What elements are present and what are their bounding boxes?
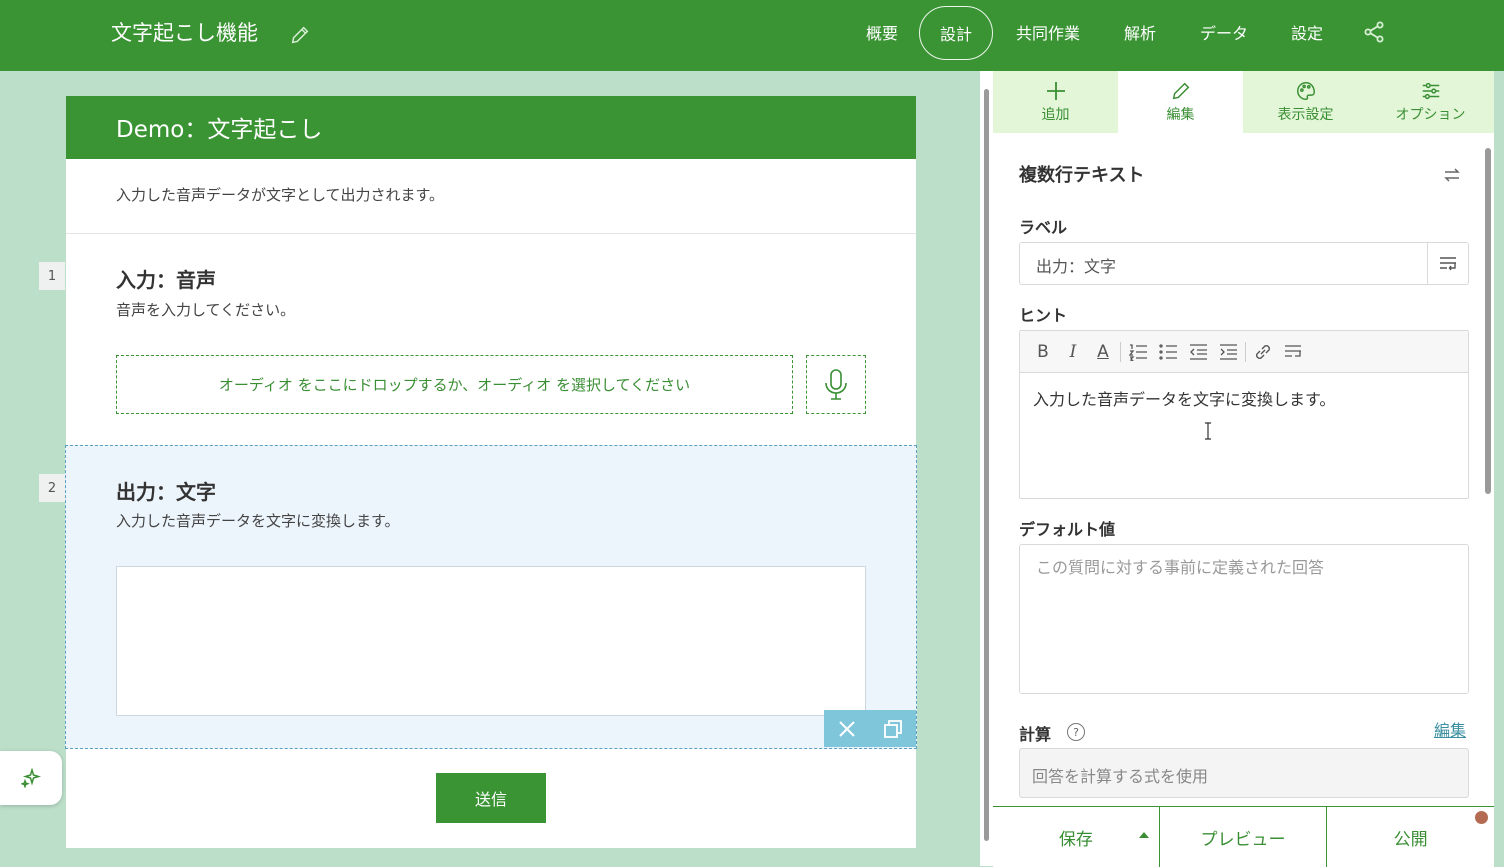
share-icon[interactable] — [1362, 20, 1386, 44]
top-bar: 文字起こし機能 概要 設計 共同作業 解析 データ 設定 — [0, 0, 1504, 71]
sparkle-icon — [21, 768, 41, 788]
text-cursor-icon — [1205, 422, 1211, 440]
calculation-placeholder: 回答を計算する式を使用 — [1032, 767, 1209, 786]
publish-button[interactable]: 公開 — [1326, 807, 1494, 867]
question-title-2[interactable]: 出力：文字 — [116, 476, 216, 505]
delete-question-close-icon[interactable] — [837, 719, 857, 739]
calculation-label: 計算 — [1019, 725, 1052, 744]
notification-dot — [1475, 811, 1488, 824]
tab-display-settings[interactable]: 表示設定 — [1243, 71, 1368, 133]
question-description-2[interactable]: 入力した音声データを文字に変換します。 — [116, 510, 400, 531]
divider — [66, 233, 916, 234]
preview-button[interactable]: プレビュー — [1158, 807, 1327, 867]
nav-design[interactable]: 設計 — [919, 6, 993, 60]
duplicate-question-icon[interactable] — [883, 719, 903, 739]
audio-dropzone[interactable]: オーディオ をここにドロップするか、オーディオ を選択してください — [116, 355, 793, 414]
tab-options-label: オプション — [1395, 107, 1466, 123]
link-icon[interactable] — [1248, 337, 1278, 367]
clear-format-icon[interactable] — [1278, 337, 1308, 367]
outdent-icon[interactable] — [1183, 337, 1213, 367]
ordered-list-icon[interactable] — [1123, 337, 1153, 367]
default-value-placeholder: この質問に対する事前に定義された回答 — [1036, 558, 1325, 577]
label-field-label: ラベル — [1019, 218, 1068, 237]
label-input-value: 出力：文字 — [1036, 257, 1117, 276]
property-panel: 追加 編集 表示設定 オプション 複数行テキスト ラベル 出力：文字 ヒント B… — [993, 71, 1494, 866]
save-button[interactable]: 保存 — [993, 807, 1159, 867]
question-type-title: 複数行テキスト — [1019, 165, 1145, 186]
app-title: 文字起こし機能 — [111, 21, 258, 45]
nav-overview[interactable]: 概要 — [856, 6, 908, 58]
sliders-icon — [1422, 82, 1439, 100]
form-header: Demo：文字起こし — [66, 96, 916, 159]
tab-display-settings-label: 表示設定 — [1277, 107, 1334, 123]
default-value-label: デフォルト値 — [1019, 520, 1116, 539]
tab-options[interactable]: オプション — [1368, 71, 1493, 133]
help-icon[interactable]: ? — [1067, 723, 1085, 741]
bold-icon[interactable]: B — [1028, 337, 1058, 367]
italic-icon[interactable]: I — [1058, 337, 1088, 367]
plus-icon — [1046, 82, 1065, 100]
text-color-icon[interactable]: A — [1088, 337, 1118, 367]
nav-collaboration[interactable]: 共同作業 — [1006, 6, 1090, 58]
hint-field-label: ヒント — [1019, 306, 1068, 325]
editor-toolbar: B I A — [1020, 331, 1468, 373]
panel-bottom-bar: 保存 プレビュー 公開 — [993, 806, 1494, 867]
hint-rich-text-editor[interactable]: B I A 入力した音声データを文字に変換します。 — [1019, 330, 1469, 499]
save-dropdown-caret-icon[interactable] — [1139, 832, 1149, 838]
question-number-1: 1 — [39, 262, 65, 290]
tab-add-label: 追加 — [1041, 107, 1070, 123]
question-title-1[interactable]: 入力：音声 — [116, 264, 216, 293]
microphone-icon — [825, 368, 847, 400]
question-number-2: 2 — [39, 474, 65, 502]
tab-edit-label: 編集 — [1166, 107, 1195, 123]
bullet-list-icon[interactable] — [1153, 337, 1183, 367]
rich-text-toggle-button[interactable] — [1427, 243, 1468, 284]
pencil-icon — [1172, 82, 1189, 100]
hint-editor-content: 入力した音声データを文字に変換します。 — [1033, 390, 1336, 409]
edit-title-pencil-icon[interactable] — [289, 24, 311, 46]
calculation-edit-link[interactable]: 編集 — [1434, 717, 1466, 741]
calculation-input[interactable]: 回答を計算する式を使用 — [1019, 748, 1469, 798]
save-label: 保存 — [1058, 829, 1093, 850]
question-description-1[interactable]: 音声を入力してください。 — [116, 299, 295, 320]
form-description[interactable]: 入力した音声データが文字として出力されます。 — [116, 184, 444, 205]
answer-textarea[interactable] — [116, 566, 866, 716]
nav-data[interactable]: データ — [1188, 6, 1260, 58]
submit-button[interactable]: 送信 — [436, 773, 546, 823]
tab-add[interactable]: 追加 — [993, 71, 1118, 133]
question-actions — [824, 710, 916, 747]
panel-scrollbar[interactable] — [1482, 140, 1494, 806]
change-type-swap-icon[interactable] — [1442, 165, 1462, 185]
nav-settings[interactable]: 設定 — [1282, 6, 1332, 58]
form-title[interactable]: Demo：文字起こし — [116, 110, 322, 144]
canvas-scrollbar[interactable] — [980, 71, 993, 866]
palette-icon — [1296, 82, 1315, 100]
nav-analysis[interactable]: 解析 — [1114, 6, 1166, 58]
panel-tabs: 追加 編集 表示設定 オプション — [993, 71, 1494, 133]
label-input[interactable]: 出力：文字 — [1019, 242, 1469, 285]
ai-assistant-button[interactable] — [0, 751, 62, 805]
text-wrap-icon — [1440, 256, 1456, 270]
record-audio-button[interactable] — [806, 355, 866, 414]
default-value-textarea[interactable]: この質問に対する事前に定義された回答 — [1019, 544, 1469, 694]
tab-edit[interactable]: 編集 — [1118, 71, 1243, 133]
indent-icon[interactable] — [1213, 337, 1243, 367]
